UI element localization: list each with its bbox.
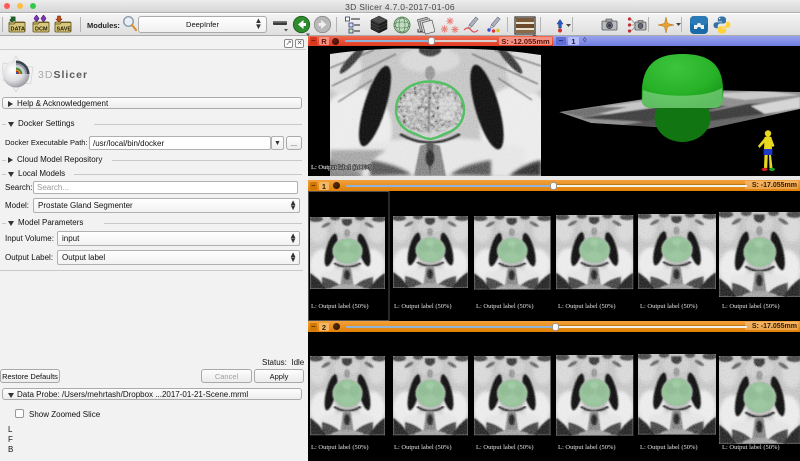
- svg-text:DATA: DATA: [11, 27, 25, 33]
- svg-text:SAVE: SAVE: [57, 27, 72, 33]
- svg-text:DCM: DCM: [35, 27, 48, 33]
- svg-text:L: Output label (100%): L: Output label (100%): [311, 164, 372, 171]
- svg-text:3DSlicer: 3DSlicer: [38, 69, 88, 81]
